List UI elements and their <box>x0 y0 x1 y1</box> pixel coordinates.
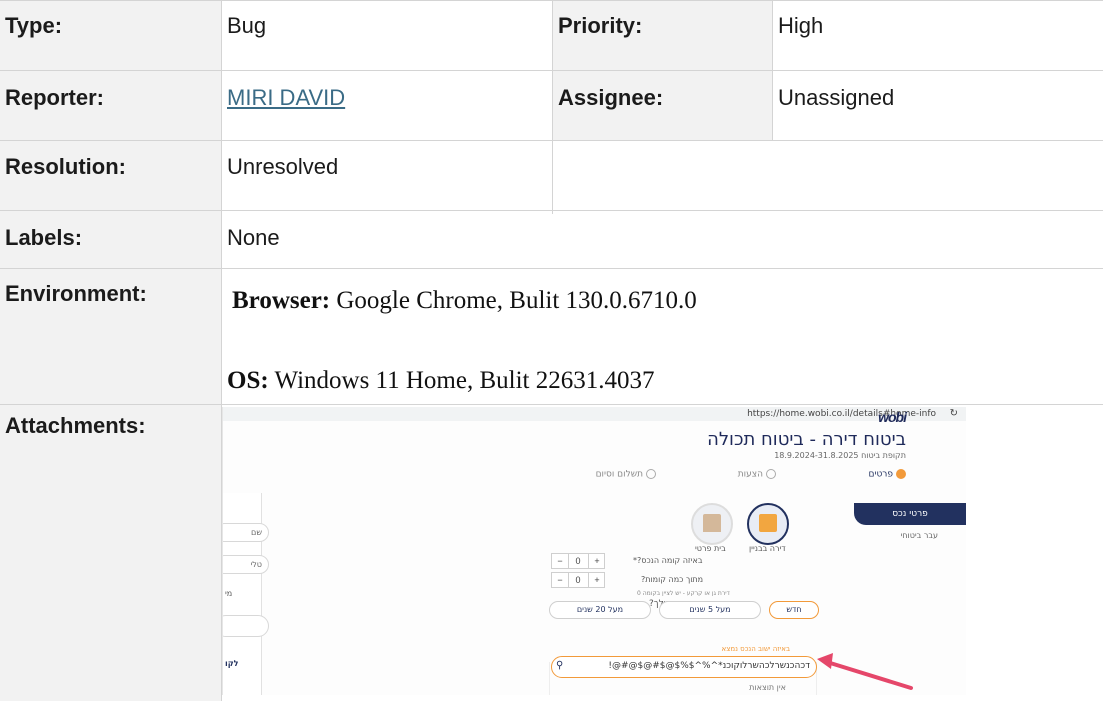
floors-question: מתוך כמה קומות? <box>641 575 704 584</box>
side-field[interactable]: שם <box>223 523 269 542</box>
age-option-5[interactable]: מעל 5 שנים <box>659 601 761 619</box>
age-option-new[interactable]: חדש <box>769 601 819 619</box>
city-search-input[interactable]: ⚲ !@#@$@#$@$%$^%^*דכהכנשרלכהשרלוקוכנ <box>551 656 817 678</box>
page-title: ביטוח דירה - ביטוח תכולה <box>707 429 906 450</box>
step-payment: תשלום וסיום <box>596 469 656 480</box>
floor-question: באיזה קומה הנכס?* <box>633 556 703 565</box>
floors-value: 0 <box>575 575 581 585</box>
building-icon <box>759 514 777 532</box>
city-search-label: באיזה ישוב הנכס נמצא <box>721 645 790 653</box>
minus-icon[interactable]: − <box>552 554 569 568</box>
attachment-thumbnail[interactable]: https://home.wobi.co.il/details#home-inf… <box>222 407 966 695</box>
type-label: Type: <box>0 1 221 70</box>
no-results-text: אין תוצאות <box>749 683 786 692</box>
floor-stepper[interactable]: − 0 + <box>551 553 605 569</box>
assignee-label: Assignee: <box>553 71 772 140</box>
labels-label: Labels: <box>0 211 221 268</box>
type-value: Bug <box>227 13 267 38</box>
plus-icon[interactable]: + <box>588 573 605 587</box>
step-dot-icon <box>646 469 656 479</box>
priority-value: High <box>778 13 824 38</box>
issue-details-table: Type: Bug Priority: High Reporter: MIRI … <box>0 0 1103 701</box>
side-panel: שם טלי מי לקו <box>223 493 269 695</box>
age-option-20[interactable]: מעל 20 שנים <box>549 601 651 619</box>
reporter-cell: MIRI DAVID <box>222 71 552 140</box>
attachments-label: Attachments: <box>0 405 221 701</box>
step-dot-icon <box>766 469 776 479</box>
resolution-label: Resolution: <box>0 141 221 210</box>
reporter-label: Reporter: <box>0 71 221 140</box>
browser-label: Browser: <box>232 287 331 314</box>
house-type-label: בית פרטי <box>695 544 726 553</box>
property-details-tab[interactable]: פרטי נכס <box>854 503 966 525</box>
age-note: דירת גן או קרקע - יש לציין בקומה 0 <box>637 590 730 597</box>
house-icon <box>703 514 721 532</box>
os-value: Windows 11 Home, Bulit 22631.4037 <box>268 367 655 394</box>
plus-icon[interactable]: + <box>588 554 605 568</box>
side-checkbox-label: מי <box>225 589 233 598</box>
step-details: פרטים <box>868 469 906 480</box>
resolution-value: Unresolved <box>227 154 339 179</box>
minus-icon[interactable]: − <box>552 573 569 587</box>
step-offers: הצעות <box>738 469 776 480</box>
environment-label: Environment: <box>0 269 221 404</box>
priority-label: Priority: <box>553 1 772 70</box>
search-icon: ⚲ <box>556 660 564 671</box>
floor-value: 0 <box>575 556 581 566</box>
city-search-value: !@#@$@#$@$%$^%^*דכהכנשרלכהשרלוקוכנ <box>608 661 810 671</box>
assignee-value: Unassigned <box>778 85 895 110</box>
reload-icon: ↻ <box>949 408 958 419</box>
environment-os: OS: Windows 11 Home, Bulit 22631.4037 <box>222 367 1092 395</box>
step-dot-icon <box>896 469 906 479</box>
apartment-type-option[interactable] <box>747 503 789 545</box>
floors-stepper[interactable]: − 0 + <box>551 572 605 588</box>
wobi-logo: wobi <box>878 409 907 425</box>
side-button[interactable] <box>223 615 269 637</box>
apartment-type-label: דירה בבניין <box>749 544 786 553</box>
side-link[interactable]: לקו <box>225 659 238 668</box>
address-url: https://home.wobi.co.il/details#home-inf… <box>747 409 936 419</box>
insurance-period: תקופת ביטוח 18.9.2024-31.8.2025 <box>774 451 906 460</box>
browser-value: Google Chrome, Bulit 130.0.6710.0 <box>330 287 697 314</box>
reporter-link[interactable]: MIRI DAVID <box>227 85 345 110</box>
annotation-arrow-icon <box>817 653 913 690</box>
insurance-history-tab[interactable]: עבר ביטוחי <box>901 531 939 540</box>
labels-value: None <box>227 225 280 250</box>
side-field[interactable]: טלי <box>223 555 269 574</box>
environment-browser: Browser: Google Chrome, Bulit 130.0.6710… <box>227 287 1097 315</box>
house-type-option[interactable] <box>691 503 733 545</box>
os-label: OS: <box>227 367 269 394</box>
